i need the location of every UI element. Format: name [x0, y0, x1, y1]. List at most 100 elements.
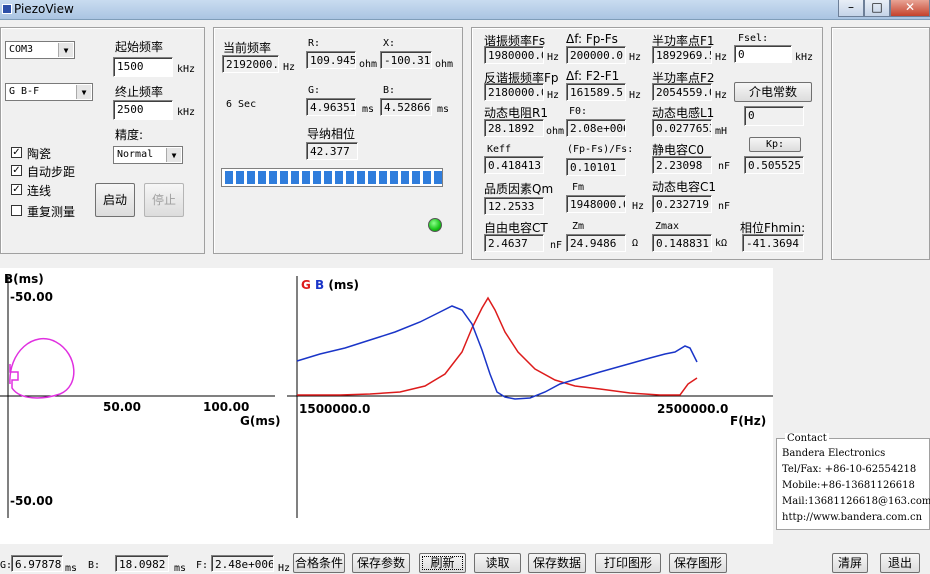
- app-icon: [2, 4, 12, 14]
- c1-label: 动态电容C1: [652, 180, 717, 194]
- left-x-tick-50: 50.00: [103, 400, 141, 414]
- fpfs-label: (Fp-Fs)/Fs:: [567, 144, 634, 155]
- port-value: COM3: [9, 44, 34, 55]
- refresh-button[interactable]: 刷新: [419, 553, 466, 573]
- precision-select[interactable]: Normal ▼: [113, 146, 183, 164]
- right-x-label: F(Hz): [730, 414, 767, 428]
- r1-value: 28.1892: [484, 119, 544, 137]
- left-x-label: G(ms): [240, 414, 281, 428]
- contact-box: Contact Bandera Electronics Tel/Fax: +86…: [776, 433, 930, 530]
- fpfs-value: 0.10101: [566, 158, 626, 176]
- checkbox-connect-line[interactable]: ✓: [11, 184, 22, 195]
- g-curve: [297, 296, 698, 396]
- fsel-unit: kHz: [795, 52, 814, 63]
- current-freq-value: 2192000.0: [222, 55, 279, 73]
- start-freq-input[interactable]: 1500: [113, 57, 173, 77]
- end-freq-input[interactable]: 2500: [113, 100, 173, 120]
- title-bar: [0, 0, 930, 20]
- left-y-tick-bottom: -50.00: [10, 494, 53, 508]
- status-g-value: 6.97878: [11, 555, 63, 572]
- l1-value: 0.0277653: [652, 119, 712, 137]
- checkbox-auto-step[interactable]: ✓: [11, 165, 22, 176]
- r-unit: ohm: [359, 59, 378, 70]
- start-unit: kHz: [177, 64, 196, 75]
- g-unit: ms: [362, 104, 375, 115]
- save-data-button[interactable]: 保存数据: [528, 553, 586, 573]
- print-graph-button[interactable]: 打印图形: [595, 553, 661, 573]
- progress-cell: [434, 171, 442, 184]
- right-legend: G B (ms): [301, 278, 359, 292]
- dielectric-button[interactable]: 介电常数: [734, 82, 812, 102]
- progress-cell: [390, 171, 398, 184]
- f1-unit: Hz: [715, 52, 728, 63]
- ct-unit: nF: [550, 240, 563, 251]
- status-f-value: 2.48e+006: [211, 555, 274, 572]
- read-button[interactable]: 读取: [474, 553, 521, 573]
- legend-unit: (ms): [328, 278, 360, 292]
- contact-line-2: Tel/Fax: +86-10-62554218: [782, 464, 917, 475]
- minimize-button[interactable]: –: [838, 0, 864, 17]
- chevron-down-icon: ▼: [76, 85, 91, 99]
- checkbox-auto-step-label: 自动步距: [27, 165, 76, 179]
- stop-button[interactable]: 停止: [144, 183, 184, 217]
- progress-cell: [346, 171, 354, 184]
- phase-value: 42.377: [306, 142, 358, 160]
- blank-panel: [831, 27, 930, 260]
- end-unit: kHz: [177, 107, 196, 118]
- dielectric-value: 0: [744, 106, 804, 126]
- progress-cell: [247, 171, 255, 184]
- sweep-progress-bar: [221, 168, 443, 187]
- checkbox-repeat[interactable]: [11, 205, 22, 216]
- g-label: G:: [308, 85, 321, 96]
- r-value: 109.945: [306, 51, 356, 69]
- close-button[interactable]: ✕: [890, 0, 930, 17]
- checkbox-ceramic[interactable]: ✓: [11, 147, 22, 158]
- b-label: B:: [383, 85, 396, 96]
- c1-value: 0.232719: [652, 195, 712, 213]
- fm-label: Fm: [572, 182, 585, 193]
- qm-label: 品质因素Qm: [484, 182, 554, 196]
- b-curve: [296, 305, 698, 400]
- left-y-label: B(ms): [4, 272, 44, 286]
- maximize-button[interactable]: □: [864, 0, 890, 17]
- mode-value: G B-F: [9, 86, 40, 97]
- status-b-label: B:: [88, 560, 101, 571]
- f0-value: 2.08e+006: [566, 119, 626, 137]
- status-b-unit: ms: [174, 563, 187, 574]
- g-value: 4.96351: [306, 98, 356, 116]
- clear-screen-button[interactable]: 清屏: [832, 553, 868, 573]
- c0-value: 2.23098: [652, 156, 712, 174]
- progress-cell: [357, 171, 365, 184]
- f2-unit: Hz: [715, 90, 728, 101]
- progress-cell: [225, 171, 233, 184]
- phmin-value: -41.3694: [742, 234, 804, 252]
- df21-value: 161589.5: [566, 83, 626, 101]
- save-params-button[interactable]: 保存参数: [352, 553, 410, 573]
- kp-button[interactable]: Kp:: [749, 137, 801, 152]
- end-freq-label: 终止频率: [115, 85, 164, 99]
- dffs-value: 200000.0: [566, 46, 626, 64]
- port-select[interactable]: COM3 ▼: [5, 41, 75, 59]
- elapsed-time: 6 Sec: [226, 99, 257, 110]
- status-b-value: 18.0982: [115, 555, 169, 572]
- contact-line-1: Bandera Electronics: [782, 448, 886, 459]
- progress-cell: [401, 171, 409, 184]
- b-value: 4.52866: [380, 98, 432, 116]
- save-graph-button[interactable]: 保存图形: [669, 553, 727, 573]
- right-x-tick-end: 2500000.0: [657, 402, 729, 416]
- qualify-button[interactable]: 合格条件: [293, 553, 345, 573]
- admittance-circle: [9, 337, 75, 399]
- mode-select[interactable]: G B-F ▼: [5, 83, 93, 101]
- left-y-tick-top: -50.00: [10, 290, 53, 304]
- c0-unit: nF: [718, 161, 731, 172]
- r1-unit: ohm: [546, 126, 565, 137]
- fs-value: 1980000.0: [484, 46, 544, 64]
- start-button[interactable]: 启动: [95, 183, 135, 217]
- exit-button[interactable]: 退出: [880, 553, 920, 573]
- contact-line-5: http://www.bandera.com.cn: [782, 512, 923, 523]
- checkbox-ceramic-label: 陶瓷: [27, 147, 52, 161]
- x-unit: ohm: [435, 59, 454, 70]
- c1-unit: nF: [718, 201, 731, 212]
- fsel-input[interactable]: 0: [734, 45, 792, 63]
- checkbox-connect-line-label: 连线: [27, 184, 52, 198]
